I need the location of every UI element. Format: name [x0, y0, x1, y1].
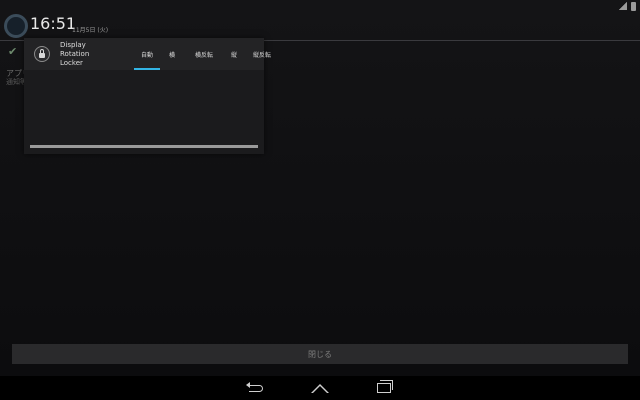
tab-landscape[interactable]: 横: [160, 38, 184, 70]
progress-bar: [30, 145, 258, 148]
status-icons: [619, 2, 636, 11]
date: 11月5日 (火): [72, 27, 109, 34]
notification-card[interactable]: Display Rotation Locker 自動 横 横反転 縦 縦反転: [24, 38, 271, 154]
status-bar: [0, 0, 640, 14]
progress-fill: [30, 145, 258, 148]
tab-auto[interactable]: 自動: [134, 38, 160, 70]
close-button[interactable]: 閉じる: [12, 344, 628, 364]
navigation-bar: [0, 376, 640, 400]
app-launcher-icon: [4, 14, 28, 38]
clock: 16:51: [30, 14, 77, 33]
tab-landscape-reverse[interactable]: 横反転: [184, 38, 224, 70]
back-button[interactable]: [246, 380, 266, 396]
battery-icon: [631, 2, 636, 11]
home-icon: [311, 383, 329, 393]
notification-app-name: Display Rotation Locker: [60, 41, 90, 67]
recents-button[interactable]: [374, 380, 394, 396]
back-icon: [246, 381, 263, 392]
notification-header: Display Rotation Locker 自動 横 横反転 縦 縦反転: [24, 38, 271, 70]
tab-portrait-reverse[interactable]: 縦反転: [244, 38, 280, 70]
tab-portrait[interactable]: 縦: [224, 38, 244, 70]
signal-icon: [619, 2, 627, 10]
rotation-tabs: 自動 横 横反転 縦 縦反転: [134, 38, 280, 70]
lock-icon: [34, 46, 50, 62]
home-button[interactable]: [310, 380, 330, 396]
checkmark-icon: ✔: [8, 45, 18, 58]
recents-icon: [377, 380, 393, 393]
